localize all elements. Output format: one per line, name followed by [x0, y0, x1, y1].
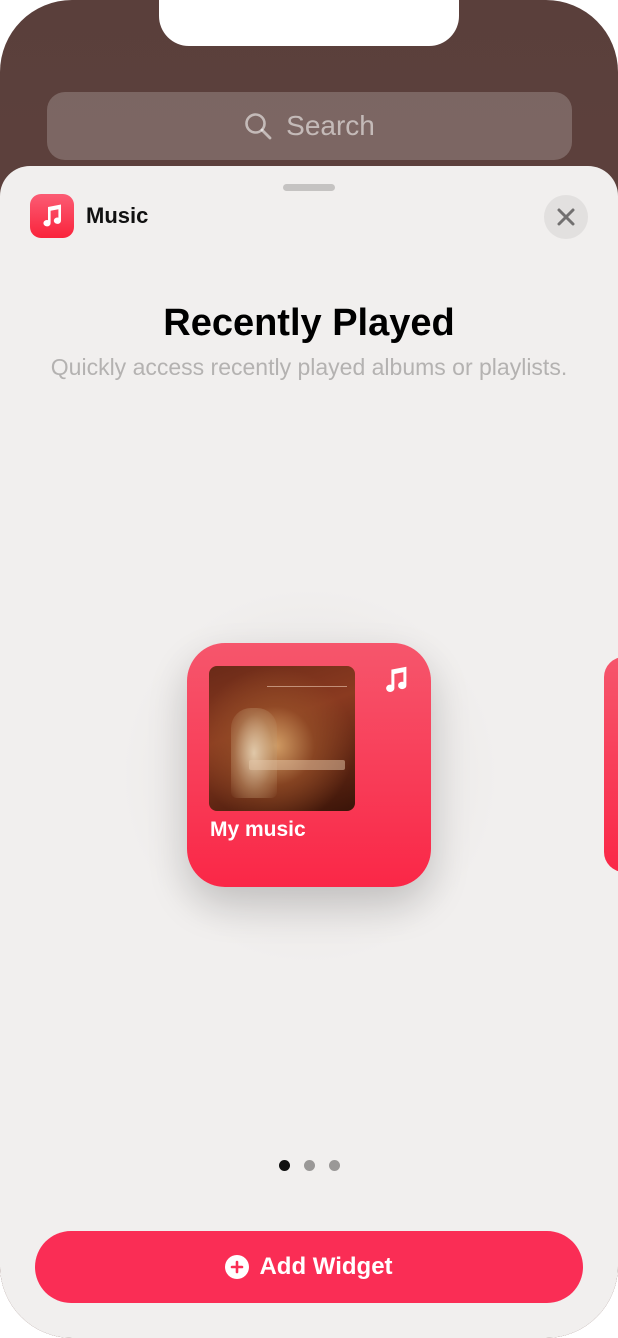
widget-gallery-sheet: Music Recently Played Quickly access rec…: [0, 166, 618, 1338]
album-cover-text: [267, 686, 347, 706]
sheet-grabber[interactable]: [283, 184, 335, 191]
notch: [159, 0, 459, 46]
search-bar[interactable]: Search: [47, 92, 572, 160]
music-app-icon: [30, 194, 74, 238]
add-widget-button[interactable]: Add Widget: [35, 1231, 583, 1303]
phone: Search Music Recently Played Quickly acc…: [0, 0, 618, 1338]
close-icon: [557, 208, 575, 226]
add-widget-label: Add Widget: [259, 1253, 393, 1280]
widget-title: Recently Played: [163, 302, 455, 344]
next-widget-preview[interactable]: [604, 657, 618, 872]
app-header: Music: [30, 194, 148, 238]
search-placeholder: Search: [286, 110, 375, 141]
page-dot-3[interactable]: [328, 1160, 340, 1171]
widget-description: Quickly access recently played albums or…: [50, 354, 568, 380]
album-cover: [209, 666, 355, 811]
page-dot-1[interactable]: [278, 1160, 290, 1171]
widget-label: My music: [210, 818, 306, 841]
page-dot-2[interactable]: [303, 1160, 315, 1171]
album-cover-figure: [231, 708, 277, 798]
music-note-icon: [386, 666, 407, 692]
close-button[interactable]: [544, 195, 588, 239]
album-cover-piano: [249, 760, 345, 770]
app-name: Music: [86, 203, 149, 228]
search-icon: [245, 113, 272, 140]
plus-circle-icon: [225, 1255, 250, 1279]
page-indicator[interactable]: [0, 1160, 618, 1171]
recently-played-widget-preview[interactable]: My music: [187, 643, 431, 887]
home-screen-background: Search Music Recently Played Quickly acc…: [0, 0, 618, 1338]
